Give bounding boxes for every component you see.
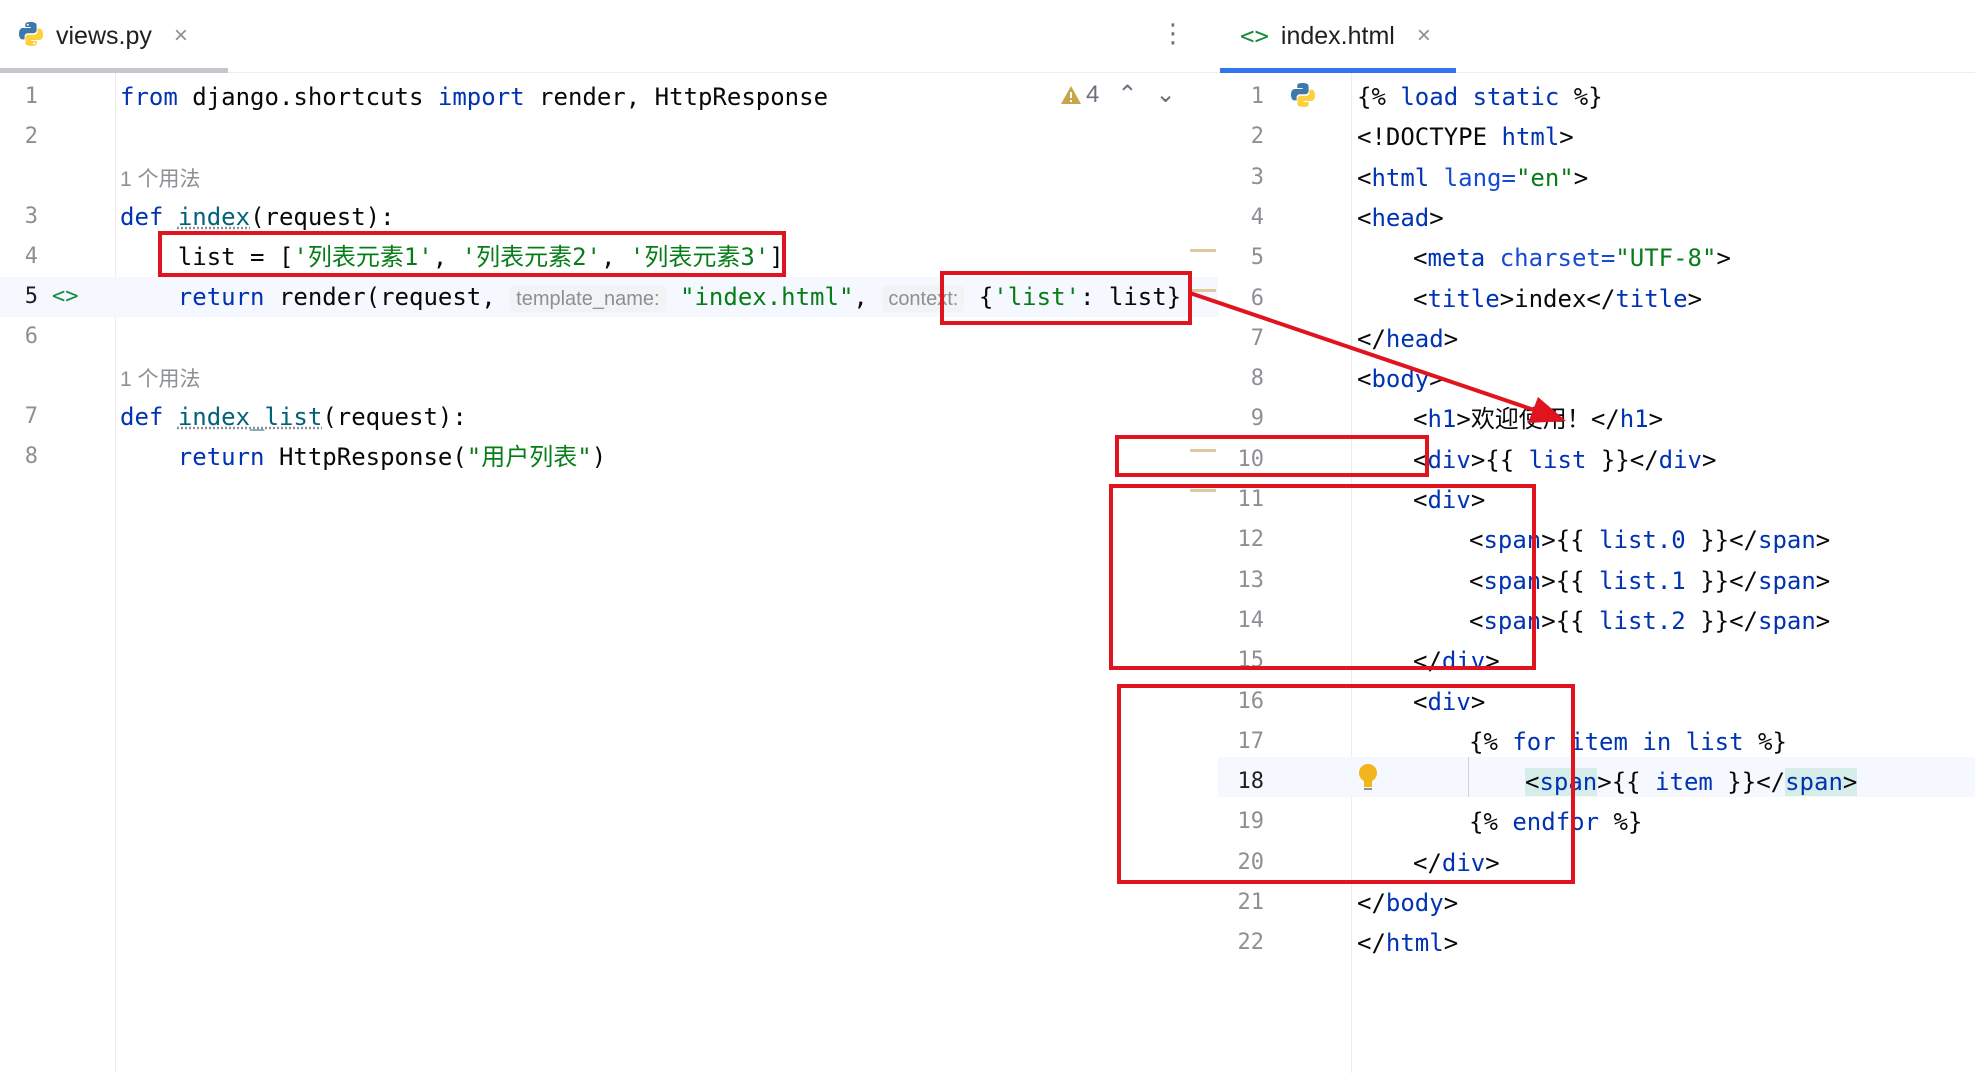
tab-index-html[interactable]: <> index.html × [1220,0,1456,73]
annotation-box-context-dict [940,271,1192,325]
html-file-icon: <> [1240,22,1269,50]
code-line-1[interactable]: from django.shortcuts import render, Htt… [120,77,828,117]
annotation-box-indexed-spans [1109,484,1536,670]
line-number: 21 [1237,890,1265,915]
code-line-10[interactable]: <div>{{ list }}</div> [1413,440,1716,480]
line-number: 1 [24,84,38,109]
code-line-8[interactable]: return HttpResponse("用户列表") [120,437,606,477]
tab-label: views.py [56,21,152,50]
python-file-icon [18,21,44,52]
line-number: 5 [1250,245,1264,271]
more-options-icon[interactable]: ⋮ [1160,20,1186,48]
line-number: 1 [1250,84,1264,109]
line-number: 6 [24,324,38,349]
code-line-7[interactable]: def index_list(request): [120,397,467,437]
warning-icon[interactable]: 4 [1060,81,1099,109]
line-number: 5 [24,284,38,309]
html-template-gutter-icon[interactable]: <> [52,277,79,317]
python-gutter-icon[interactable] [1290,82,1316,112]
code-line-8[interactable]: <body> [1357,359,1444,399]
right-tab-bar: <> index.html × [1218,0,1975,73]
line-number: 8 [1250,366,1264,392]
line-number: 9 [1250,406,1264,432]
left-editor-pane: views.py × ⋮ 4 ⌃ ⌄ 1 2 3 4 5 <> 6 7 8 fr… [0,0,1218,1073]
right-editor-pane: <> index.html × 1 {% load static %} 2 <!DOC… [1109,0,1975,1073]
next-highlight-icon[interactable]: ⌄ [1155,80,1175,109]
code-line-7[interactable]: </head> [1357,319,1458,359]
code-line-5[interactable]: <meta charset="UTF-8"> [1413,238,1731,278]
annotation-box-for-loop [1117,684,1575,884]
line-number: 3 [24,204,38,229]
tab-views-py[interactable]: views.py × [0,0,228,73]
line-number: 2 [1250,124,1264,150]
code-line-21[interactable]: </body> [1357,883,1458,923]
left-tab-bar: views.py × ⋮ [0,0,1218,73]
warning-count: 4 [1086,80,1100,108]
tab-label: index.html [1280,21,1395,50]
usage-hint[interactable]: 1 个用法 [120,163,201,193]
gutter-separator [115,73,116,1073]
prev-highlight-icon[interactable]: ⌃ [1117,80,1137,109]
code-line-4[interactable]: <head> [1357,198,1444,238]
line-number: 2 [24,124,38,149]
code-line-22[interactable]: </html> [1357,923,1458,963]
code-line-6[interactable]: <title>index</title> [1413,279,1702,319]
code-line-3[interactable]: <html lang="en"> [1357,158,1588,198]
annotation-box-div-list [1115,435,1429,477]
line-number: 22 [1237,930,1265,956]
line-number: 6 [1250,285,1264,311]
scrollbar-marker[interactable] [1190,249,1216,252]
scrollbar-marker[interactable] [1190,289,1216,292]
annotation-box-list-definition [158,231,786,277]
line-number: 7 [1250,325,1264,351]
code-line-9[interactable]: <h1>欢迎使用！</h1> [1413,399,1663,439]
usage-hint[interactable]: 1 个用法 [120,363,201,393]
line-number: 4 [24,244,38,269]
line-number: 8 [24,444,38,469]
param-hint-template-name: template_name: [510,286,666,312]
code-line-1[interactable]: {% load static %} [1357,77,1603,117]
close-tab-icon[interactable]: × [1417,22,1431,50]
line-number: 4 [1250,204,1264,230]
code-line-2[interactable]: <!DOCTYPE html> [1357,117,1574,157]
line-number: 3 [1250,164,1264,190]
tab-underline [0,68,228,73]
close-tab-icon[interactable]: × [174,22,188,50]
inspection-widget[interactable]: 4 ⌃ ⌄ [1060,80,1176,109]
line-number: 7 [24,404,38,429]
active-tab-underline [1220,68,1456,73]
